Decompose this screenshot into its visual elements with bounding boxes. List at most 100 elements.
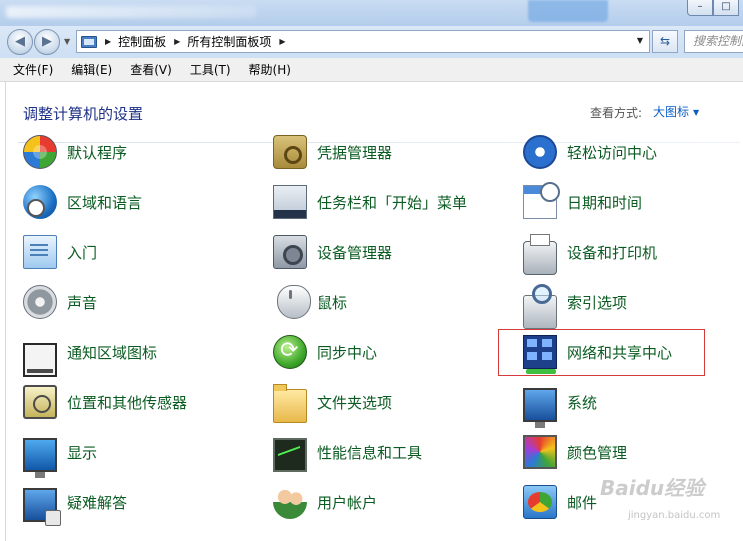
item-label: 显示: [67, 443, 98, 462]
refresh-button[interactable]: ⇆: [652, 30, 678, 53]
ease-of-access-icon: [523, 135, 557, 169]
item-date-time[interactable]: 日期和时间: [523, 182, 743, 222]
item-label: 入门: [67, 243, 98, 262]
watermark-logo: Baidu经验: [600, 476, 705, 500]
item-devices-printers[interactable]: 设备和打印机: [523, 232, 743, 275]
performance-icon: [273, 438, 307, 472]
breadcrumb-arrow-icon[interactable]: ▶: [279, 37, 285, 46]
color-management-icon: [523, 435, 557, 469]
window-controls: – □: [687, 0, 739, 16]
view-by-dropdown[interactable]: 大图标 ▼: [653, 103, 699, 120]
title-bar: – □: [0, 0, 743, 26]
item-label: 用户帐户: [317, 493, 378, 512]
menu-file[interactable]: 文件(F): [10, 60, 56, 79]
folder-options-icon: [273, 384, 307, 423]
item-label: 颜色管理: [567, 443, 628, 462]
item-label: 设备管理器: [317, 243, 393, 262]
menu-edit[interactable]: 编辑(E): [68, 60, 115, 79]
item-credential-manager[interactable]: 凭据管理器: [273, 132, 513, 172]
item-taskbar-start-menu[interactable]: 任务栏和「开始」菜单: [273, 182, 513, 222]
breadcrumb-all-items[interactable]: 所有控制面板项: [187, 33, 271, 50]
breadcrumb-control-panel[interactable]: 控制面板: [118, 33, 166, 50]
blurred-taskbar-button: [528, 0, 608, 22]
item-folder-options[interactable]: 文件夹选项: [273, 382, 513, 423]
item-display[interactable]: 显示: [23, 432, 263, 478]
item-label: 系统: [567, 393, 598, 412]
item-label: 默认程序: [67, 143, 128, 162]
item-mouse[interactable]: 鼠标: [273, 282, 513, 322]
item-region-language[interactable]: 区域和语言: [23, 182, 263, 222]
sync-center-icon: [273, 335, 307, 369]
item-getting-started[interactable]: 入门: [23, 232, 263, 272]
taskbar-start-menu-icon: [273, 185, 307, 219]
item-indexing-options[interactable]: 索引选项: [523, 282, 743, 329]
sound-icon: [23, 285, 57, 319]
recent-pages-dropdown[interactable]: ▼: [64, 37, 70, 46]
item-location-sensors[interactable]: 位置和其他传感器: [23, 382, 263, 422]
devices-printers-icon: [523, 234, 557, 275]
menu-help[interactable]: 帮助(H): [246, 60, 294, 79]
back-button[interactable]: ◀: [7, 29, 33, 55]
network-sharing-icon: [523, 335, 557, 374]
region-language-icon: [23, 185, 57, 219]
mail-icon: [523, 485, 557, 519]
item-ease-of-access[interactable]: 轻松访问中心: [523, 132, 743, 172]
item-device-manager[interactable]: 设备管理器: [273, 232, 513, 272]
chevron-down-icon: ▼: [693, 108, 700, 117]
item-label: 鼠标: [317, 293, 348, 312]
forward-button[interactable]: ▶: [34, 29, 60, 55]
search-input[interactable]: 搜索控制面: [684, 30, 743, 53]
item-label: 日期和时间: [567, 193, 643, 212]
item-label: 设备和打印机: [567, 243, 658, 262]
user-accounts-icon: [273, 485, 307, 519]
control-panel-icon: [81, 35, 97, 48]
notification-area-icon: [23, 343, 57, 377]
credential-manager-icon: [273, 135, 307, 169]
item-troubleshooting[interactable]: 疑难解答: [23, 482, 263, 526]
item-label: 文件夹选项: [317, 393, 393, 412]
breadcrumb-arrow-icon[interactable]: ▶: [105, 37, 111, 46]
item-notification-area[interactable]: 通知区域图标: [23, 332, 263, 377]
item-default-programs[interactable]: 默认程序: [23, 132, 263, 172]
item-label: 轻松访问中心: [567, 143, 658, 162]
navigation-bar: ◀ ▶ ▼ ▶ 控制面板 ▶ 所有控制面板项 ▶ ▼ ⇆ 搜索控制面: [0, 26, 743, 58]
address-dropdown-icon[interactable]: ▼: [637, 36, 643, 45]
item-label: 疑难解答: [67, 493, 128, 512]
getting-started-icon: [23, 235, 57, 269]
item-label: 声音: [67, 293, 98, 312]
item-label: 区域和语言: [67, 193, 143, 212]
indexing-options-icon: [523, 284, 557, 329]
default-programs-icon: [23, 135, 57, 169]
view-by-label: 查看方式:: [590, 106, 643, 120]
item-label: 网络和共享中心: [567, 343, 673, 362]
item-label: 同步中心: [317, 343, 378, 362]
device-manager-icon: [273, 235, 307, 269]
date-time-icon: [523, 182, 560, 219]
mouse-icon: [277, 285, 311, 319]
item-system[interactable]: 系统: [523, 382, 743, 428]
maximize-button[interactable]: □: [713, 0, 739, 16]
address-bar[interactable]: ▶ 控制面板 ▶ 所有控制面板项 ▶ ▼: [76, 30, 650, 53]
item-user-accounts[interactable]: 用户帐户: [273, 482, 513, 522]
page-title: 调整计算机的设置: [23, 105, 144, 123]
item-label: 位置和其他传感器: [67, 393, 188, 412]
menu-tools[interactable]: 工具(T): [187, 60, 234, 79]
item-sound[interactable]: 声音: [23, 282, 263, 322]
item-label: 性能信息和工具: [317, 443, 423, 462]
item-color-management[interactable]: 颜色管理: [523, 432, 743, 472]
menu-view[interactable]: 查看(V): [127, 60, 175, 79]
system-icon: [523, 388, 557, 428]
minimize-button[interactable]: –: [687, 0, 713, 16]
chevron-down-icon: ▼: [64, 37, 71, 46]
item-performance[interactable]: 性能信息和工具: [273, 432, 513, 472]
display-icon: [23, 438, 57, 478]
item-network-sharing-center[interactable]: 网络和共享中心: [523, 332, 743, 374]
location-sensors-icon: [23, 385, 57, 419]
item-sync-center[interactable]: 同步中心: [273, 332, 513, 372]
refresh-icon: ⇆: [659, 34, 671, 48]
item-label: 通知区域图标: [67, 343, 158, 362]
arrow-left-icon: ◀: [15, 34, 25, 49]
menu-bar: 文件(F) 编辑(E) 查看(V) 工具(T) 帮助(H): [0, 58, 743, 82]
item-label: 索引选项: [567, 293, 628, 312]
breadcrumb-arrow-icon[interactable]: ▶: [174, 37, 180, 46]
